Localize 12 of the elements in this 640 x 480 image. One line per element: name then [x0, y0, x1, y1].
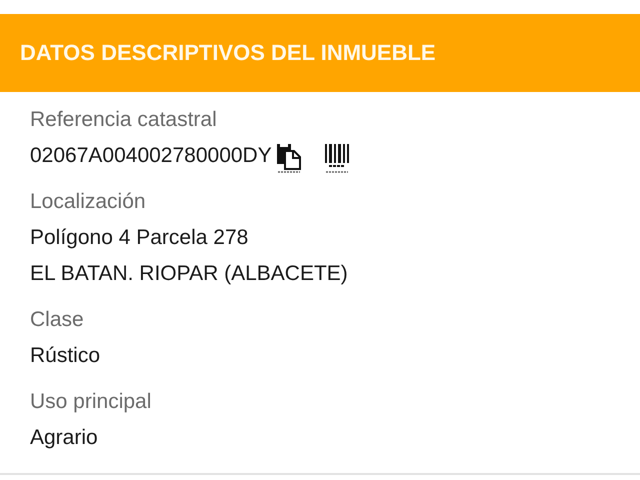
field-value: Rústico	[30, 343, 100, 369]
section-title: DATOS DESCRIPTIVOS DEL INMUEBLE	[20, 40, 436, 66]
field-value: 02067A004002780000DY	[30, 143, 272, 169]
field-value: Agrario	[30, 425, 98, 451]
field-value: EL BATAN. RIOPAR (ALBACETE)	[30, 261, 348, 287]
barcode-icon[interactable]	[324, 143, 350, 173]
field-label: Localización	[30, 189, 147, 215]
field-label: Referencia catastral	[30, 107, 218, 133]
field-label: Clase	[30, 307, 85, 333]
field-label: Uso principal	[30, 389, 152, 415]
copy-icon[interactable]	[276, 143, 302, 173]
field-value: Polígono 4 Parcela 278	[30, 225, 248, 251]
